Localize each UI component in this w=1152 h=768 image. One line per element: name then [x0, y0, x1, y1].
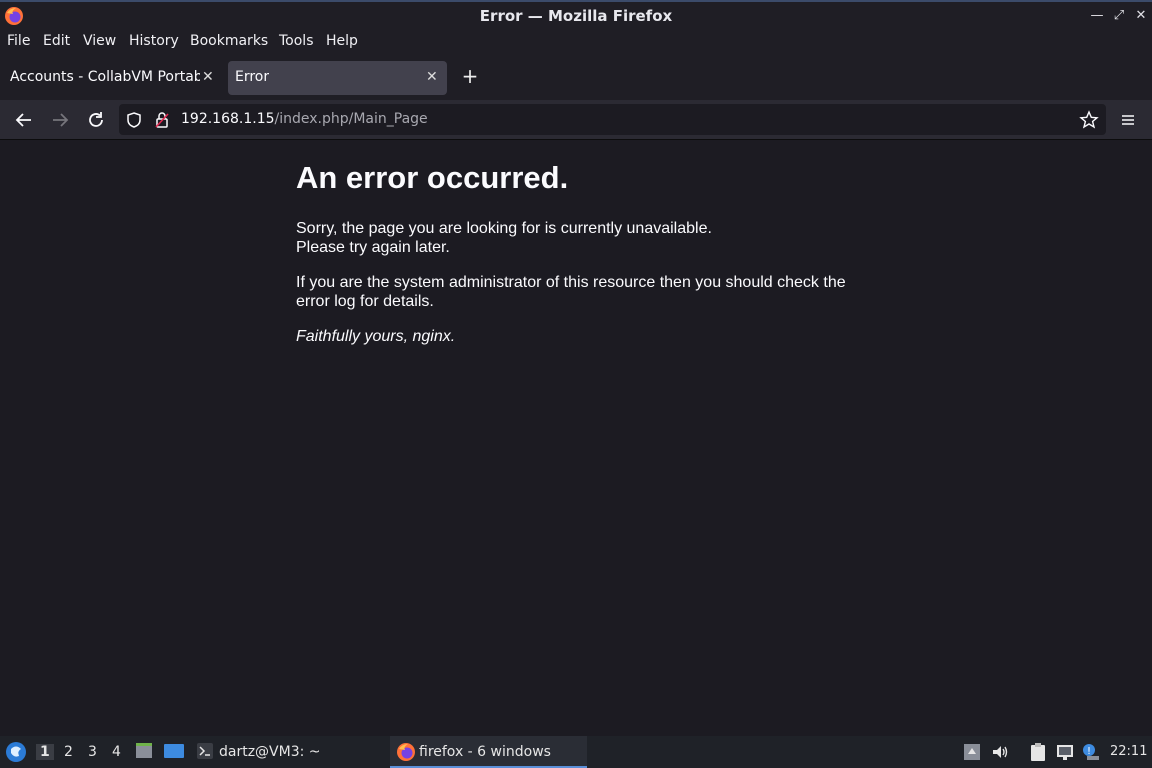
- url-text[interactable]: 192.168.1.15/index.php/Main_Page: [181, 111, 428, 127]
- start-menu-icon[interactable]: [5, 741, 27, 763]
- page-heading: An error occurred.: [296, 160, 569, 195]
- firefox-task[interactable]: firefox - 6 windows: [390, 736, 587, 768]
- workspace-1[interactable]: 1: [36, 744, 54, 760]
- desktop-icon[interactable]: [163, 742, 185, 760]
- terminal-icon: [197, 743, 213, 759]
- workspace-4[interactable]: 4: [112, 744, 121, 760]
- navigation-bar: 192.168.1.15/index.php/Main_Page: [0, 100, 1152, 140]
- lock-icon[interactable]: [153, 111, 171, 129]
- firefox-icon: [397, 743, 415, 761]
- close-icon[interactable]: ✕: [202, 69, 214, 85]
- clipboard-icon[interactable]: [1028, 742, 1048, 762]
- menu-help[interactable]: Help: [326, 33, 358, 49]
- tab-accounts[interactable]: Accounts - CollabVM Portable ✕: [0, 61, 222, 95]
- terminal-task[interactable]: dartz@VM3: ~: [192, 736, 382, 768]
- tray-scroll-icon[interactable]: [962, 742, 982, 762]
- menu-icon[interactable]: [1117, 109, 1139, 131]
- unavailable-line: Sorry, the page you are looking for is c…: [296, 220, 712, 237]
- url-bar[interactable]: 192.168.1.15/index.php/Main_Page: [119, 104, 1106, 135]
- maximize-icon[interactable]: ⤢: [1110, 7, 1128, 25]
- shield-icon[interactable]: [125, 111, 143, 129]
- window-title: Error — Mozilla Firefox: [479, 7, 673, 25]
- try-again-line: Please try again later.: [296, 239, 450, 256]
- menu-bar: File Edit View History Bookmarks Tools H…: [0, 30, 1152, 54]
- notification-icon[interactable]: !: [1081, 742, 1101, 762]
- signature: Faithfully yours, nginx.: [296, 328, 456, 345]
- menu-history[interactable]: History: [129, 33, 179, 49]
- forward-icon[interactable]: [49, 109, 71, 131]
- close-icon[interactable]: ✕: [426, 69, 438, 85]
- volume-icon[interactable]: [990, 742, 1010, 762]
- terminal-task-label: dartz@VM3: ~: [219, 744, 321, 760]
- file-manager-icon[interactable]: [134, 741, 154, 761]
- menu-bookmarks[interactable]: Bookmarks: [190, 33, 268, 49]
- tab-strip: Accounts - CollabVM Portable ✕ Error ✕: [0, 54, 1152, 100]
- firefox-task-label: firefox - 6 windows: [419, 744, 551, 760]
- network-icon[interactable]: [1055, 742, 1075, 762]
- svg-text:!: !: [1087, 746, 1091, 757]
- tab-error[interactable]: Error ✕: [228, 61, 447, 95]
- clock: 22:11: [1110, 744, 1148, 759]
- plus-icon[interactable]: +: [460, 64, 480, 88]
- tab-label: Accounts - CollabVM Portable: [10, 69, 200, 85]
- title-bar: Error — Mozilla Firefox — ⤢ ✕: [0, 0, 1152, 30]
- workspace-2[interactable]: 2: [64, 744, 73, 760]
- reload-icon[interactable]: [85, 109, 107, 131]
- url-host: 192.168.1.15: [181, 111, 275, 127]
- star-icon[interactable]: [1079, 110, 1099, 130]
- menu-file[interactable]: File: [7, 33, 30, 49]
- menu-tools[interactable]: Tools: [279, 33, 314, 49]
- admin-line-2: error log for details.: [296, 293, 434, 310]
- back-icon[interactable]: [13, 109, 35, 131]
- menu-view[interactable]: View: [83, 33, 116, 49]
- tab-label: Error: [235, 69, 270, 85]
- minimize-icon[interactable]: —: [1088, 7, 1106, 25]
- close-icon[interactable]: ✕: [1132, 7, 1150, 25]
- menu-edit[interactable]: Edit: [43, 33, 70, 49]
- workspace-3[interactable]: 3: [88, 744, 97, 760]
- admin-line-1: If you are the system administrator of t…: [296, 274, 846, 291]
- taskbar: 1 2 3 4 dartz@VM3: ~ firefox - 6 windows: [0, 736, 1152, 768]
- url-path: /index.php/Main_Page: [274, 111, 428, 127]
